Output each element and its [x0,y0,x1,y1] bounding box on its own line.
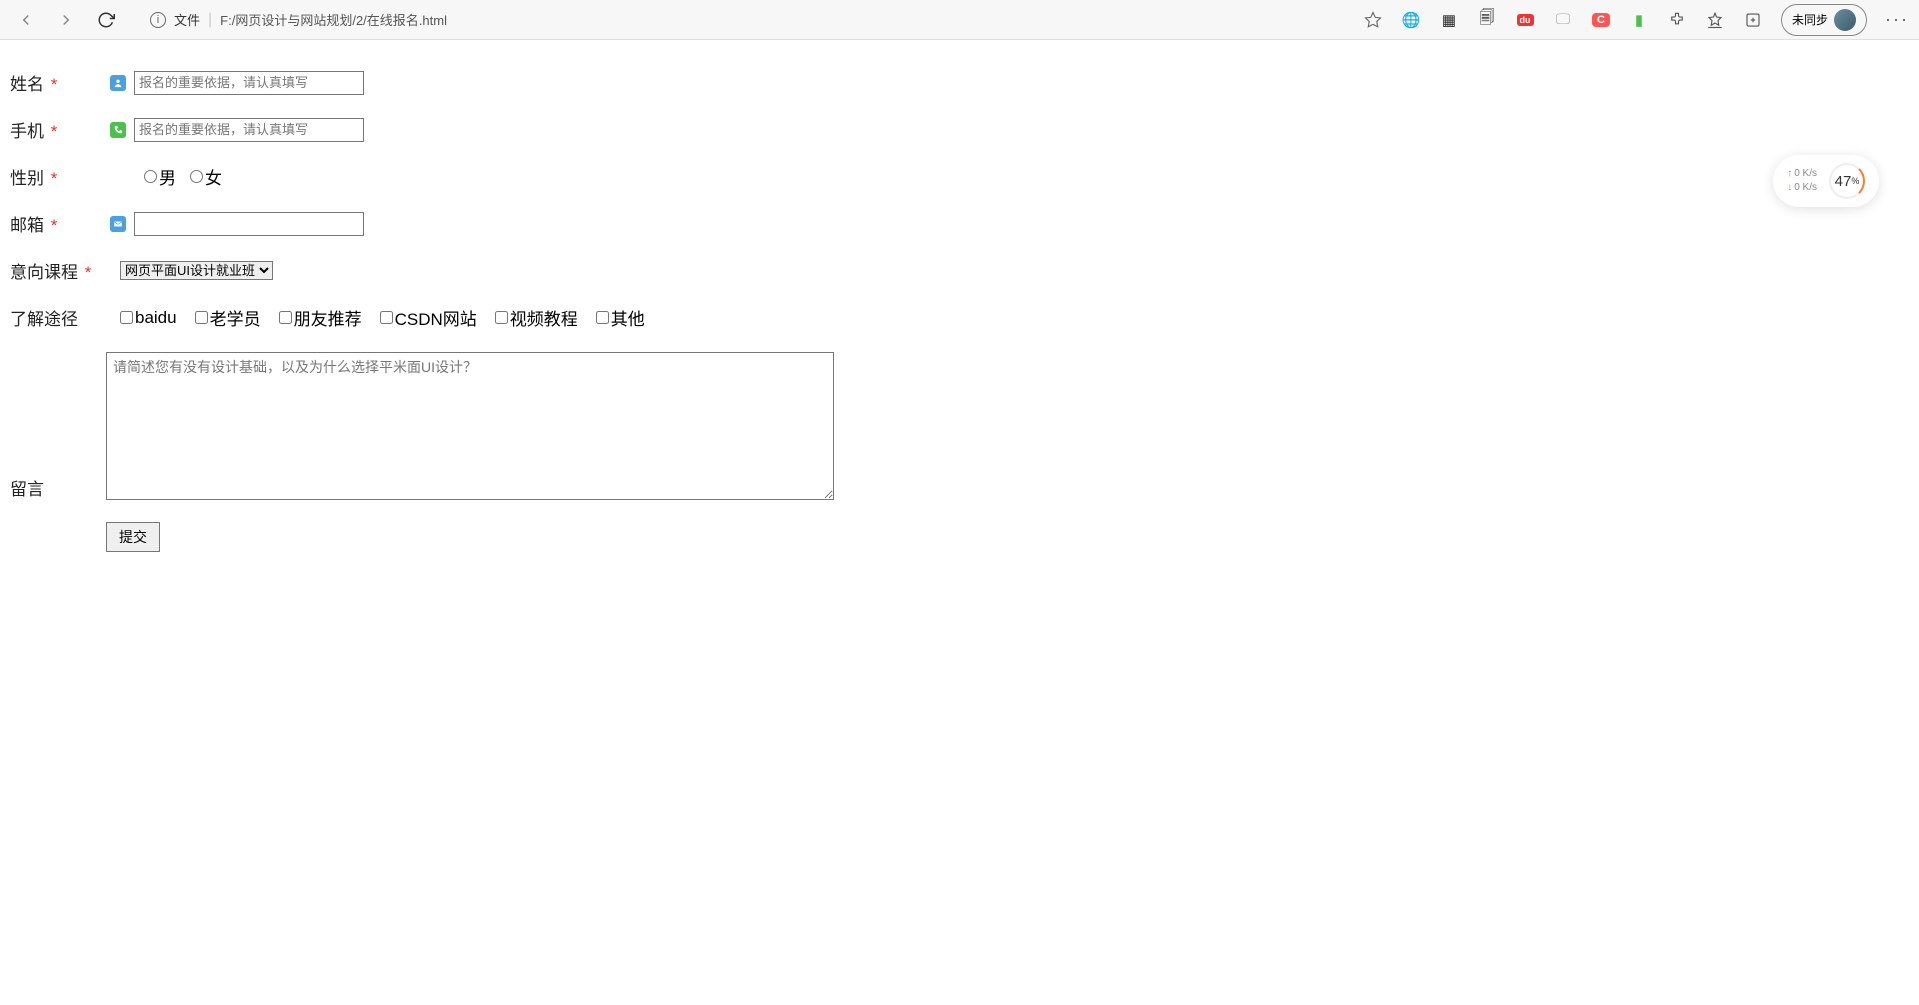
ext-icon-6[interactable]: C [1591,10,1611,30]
row-email: 邮箱 * [10,211,1909,236]
address-bar[interactable]: i 文件 | F:/网页设计与网站规划/2/在线报名.html [150,10,447,29]
name-input[interactable] [134,71,364,95]
label-gender: 性别 * [10,164,110,189]
radio-female[interactable] [190,170,203,183]
label-source: 了解途径 [10,305,110,330]
address-url: F:/网页设计与网站规划/2/在线报名.html [220,10,447,29]
reload-button[interactable] [90,4,122,36]
browser-toolbar: i 文件 | F:/网页设计与网站规划/2/在线报名.html 🌐 ▦ 🗐 du… [0,0,1919,40]
submit-button[interactable]: 提交 [106,522,160,552]
ext-icon-2[interactable]: ▦ [1439,10,1459,30]
user-icon [110,75,126,91]
radio-male[interactable] [144,170,157,183]
favorites-icon[interactable] [1705,10,1725,30]
info-icon: i [150,12,166,28]
ext-icon-3[interactable]: 🗐 [1477,10,1497,30]
profile-sync-button[interactable]: 未同步 [1781,4,1867,36]
label-name: 姓名 * [10,70,110,95]
label-message: 留言 [10,475,110,500]
course-select[interactable]: 网页平面UI设计就业班 [120,261,273,280]
chk-friend[interactable]: 朋友推荐 [279,305,362,330]
toolbar-actions: 🌐 ▦ 🗐 du 🖵 C ▮ 未同步 ··· [1363,4,1909,36]
row-name: 姓名 * [10,70,1909,95]
back-button[interactable] [10,4,42,36]
ext-icon-5[interactable]: 🖵 [1553,10,1573,30]
ext-icon-4[interactable]: du [1515,10,1535,30]
network-widget[interactable]: 0 K/s 0 K/s 47% [1773,155,1879,207]
row-submit: 提交 [10,522,1909,552]
chk-baidu[interactable]: baidu [120,308,177,328]
forward-button[interactable] [50,4,82,36]
usage-percent: 47% [1829,163,1865,199]
upload-speed: 0 K/s [1787,167,1817,181]
row-message: 留言 [10,352,1909,500]
ext-icon-1[interactable]: 🌐 [1401,10,1421,30]
radio-male-label[interactable]: 男 [144,164,176,189]
sync-label: 未同步 [1792,11,1828,28]
mail-icon [110,216,126,232]
download-speed: 0 K/s [1787,181,1817,195]
label-course: 意向课程 * [10,258,110,283]
chk-other[interactable]: 其他 [596,305,645,330]
email-input[interactable] [134,212,364,236]
address-separator: | [208,11,212,29]
collections-icon[interactable] [1743,10,1763,30]
avatar-icon [1834,9,1856,31]
phone-input[interactable] [134,118,364,142]
label-email: 邮箱 * [10,211,110,236]
phone-icon [110,122,126,138]
favorite-icon[interactable] [1363,10,1383,30]
address-type-label: 文件 [174,10,200,29]
row-source: 了解途径 baidu 老学员 朋友推荐 CSDN网站 视频教程 其他 [10,305,1909,330]
chk-video[interactable]: 视频教程 [495,305,578,330]
more-menu-icon[interactable]: ··· [1885,9,1909,30]
message-textarea[interactable] [106,352,834,500]
chk-alumni[interactable]: 老学员 [195,305,261,330]
row-course: 意向课程 * 网页平面UI设计就业班 [10,258,1909,283]
row-phone: 手机 * [10,117,1909,142]
extensions-icon[interactable] [1667,10,1687,30]
ext-icon-7[interactable]: ▮ [1629,10,1649,30]
network-stats: 0 K/s 0 K/s [1787,167,1817,195]
label-phone: 手机 * [10,117,110,142]
row-gender: 性别 * 男 女 [10,164,1909,189]
page-content: 姓名 * 手机 * 性别 * 男 女 邮箱 * 意向课程 * 网页平面UI设计就… [0,40,1919,604]
radio-female-label[interactable]: 女 [190,164,222,189]
chk-csdn[interactable]: CSDN网站 [380,305,477,330]
